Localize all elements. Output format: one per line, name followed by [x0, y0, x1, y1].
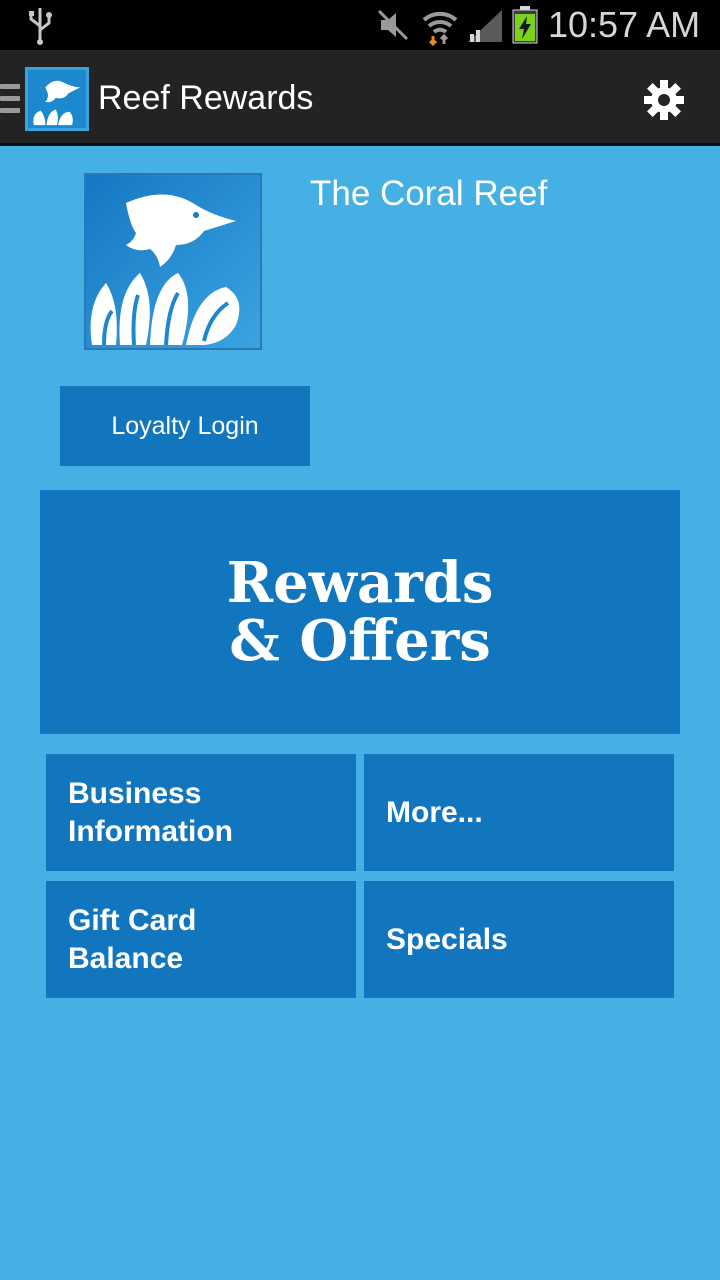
tile-label-line1: More...: [386, 795, 483, 829]
business-logo: [84, 173, 262, 350]
business-information-button[interactable]: Business Information: [46, 754, 356, 871]
status-time: 10:57 AM: [548, 4, 701, 45]
rewards-offers-line1: Rewards: [226, 550, 494, 616]
signal-icon: [466, 8, 506, 49]
app-title: Reef Rewards: [98, 79, 314, 117]
tile-label-line1: Business: [68, 776, 202, 810]
loyalty-login-button[interactable]: Loyalty Login: [60, 386, 310, 466]
rewards-offers-line2: & Offers: [229, 608, 491, 674]
tile-label-line2: Information: [68, 814, 233, 848]
usb-icon: [26, 6, 54, 51]
action-bar: Reef Rewards: [0, 50, 720, 146]
loyalty-login-label: Loyalty Login: [111, 411, 259, 440]
gift-card-balance-button[interactable]: Gift Card Balance: [46, 881, 356, 998]
specials-button[interactable]: Specials: [364, 881, 674, 998]
business-name: The Coral Reef: [310, 174, 548, 213]
battery-charging-icon: [512, 6, 538, 49]
app-logo-icon[interactable]: [25, 67, 89, 131]
status-bar: 10:57 AM: [0, 0, 720, 50]
rewards-offers-button[interactable]: Rewards & Offers: [40, 490, 680, 734]
drawer-menu-icon[interactable]: [0, 84, 20, 120]
tile-label-line2: Balance: [68, 941, 184, 975]
settings-gear-icon[interactable]: [642, 78, 686, 127]
tile-label-line1: Gift Card: [68, 903, 197, 937]
mute-icon: [376, 8, 410, 47]
tile-label-line1: Specials: [386, 922, 508, 956]
more-button[interactable]: More...: [364, 754, 674, 871]
wifi-icon: [420, 6, 460, 51]
action-bar-divider: [0, 143, 720, 146]
